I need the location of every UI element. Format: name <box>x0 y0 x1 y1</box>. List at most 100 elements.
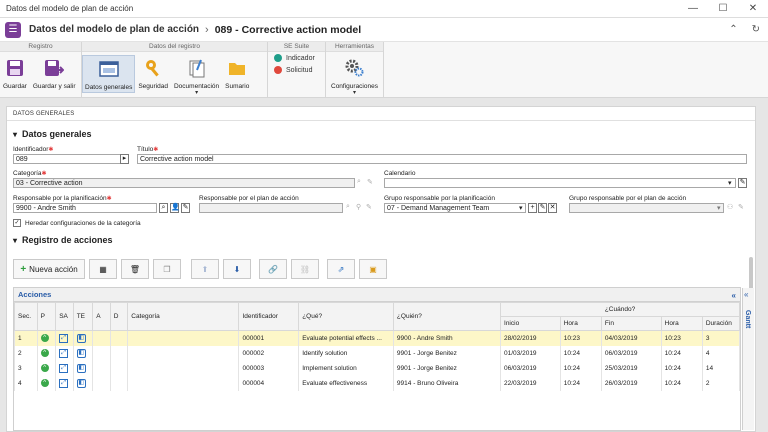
add-icon[interactable]: + <box>528 203 537 213</box>
external-link-icon: ⇗ <box>337 264 345 274</box>
request-button[interactable]: Solicitud <box>274 66 319 74</box>
next-arrow-icon[interactable]: ▸ <box>120 154 129 164</box>
table-row[interactable]: 1 ^ ⤢ ◧ 000001 Evaluate potential effect… <box>14 330 741 346</box>
search-icon[interactable]: ⌕ <box>357 178 361 186</box>
link-button[interactable]: 🔗 <box>259 259 287 279</box>
col-what[interactable]: ¿Qué? <box>298 302 394 331</box>
col-who[interactable]: ¿Quién? <box>392 302 502 331</box>
unlink-button[interactable]: ⛓ <box>291 259 319 279</box>
col-a[interactable]: A <box>92 302 111 331</box>
collapse-up-icon[interactable]: ⌃ <box>729 24 737 35</box>
indicator-button[interactable]: Indicador <box>274 54 319 62</box>
table-row[interactable]: 3 ^ ⤢ ◧ 000003 Implement solution 9901 -… <box>14 360 741 376</box>
panel-header: DATOS GENERALES <box>7 107 755 121</box>
save-button[interactable]: Guardar <box>0 55 30 90</box>
section-actions-title[interactable]: Registro de acciones <box>13 235 113 245</box>
col-sa[interactable]: SA <box>55 302 74 331</box>
col-te[interactable]: TE <box>72 302 94 331</box>
clear-icon[interactable]: ✎ <box>367 178 373 186</box>
collapse-left-icon[interactable]: « <box>732 289 736 303</box>
search-icon[interactable]: ⌕ <box>346 203 350 211</box>
export-icon: ▣ <box>369 264 377 274</box>
inherit-settings-checkbox[interactable]: ✓ Heredar configuraciones de la categorí… <box>13 219 141 227</box>
actions-grid: Acciones « « Gantt Sec. P SA TE A D Cate… <box>13 287 754 431</box>
col-end-hour[interactable]: Hora <box>660 316 703 331</box>
ribbon-group-se-suite: SE Suite Indicador Solicitud <box>268 42 326 97</box>
clear-icon[interactable]: ✎ <box>181 203 190 213</box>
calendar-edit-icon[interactable]: ✎ <box>738 178 747 188</box>
identifier-label: Identificador✱ <box>13 146 54 153</box>
checkbox-checked-icon[interactable]: ✓ <box>13 219 21 227</box>
move-down-button[interactable]: ⬇ <box>223 259 251 279</box>
delete-action-button[interactable]: 🗑 <box>121 259 149 279</box>
indicator-icon <box>274 54 282 62</box>
clear-icon[interactable]: ✎ <box>738 203 744 211</box>
user-icon[interactable]: 👤 <box>170 203 180 213</box>
col-duration[interactable]: Duración <box>701 316 741 331</box>
documentation-button[interactable]: Documentación ▾ <box>171 55 222 96</box>
col-end[interactable]: Fin <box>600 316 662 331</box>
category-label: Categoría✱ <box>13 170 47 177</box>
action-plan-responsible-input[interactable] <box>199 203 343 213</box>
general-data-panel: DATOS GENERALES Datos generales Identifi… <box>6 106 756 432</box>
action-plan-group-label: Grupo responsable por el plan de acción <box>569 195 687 202</box>
type-icon: ◧ <box>76 378 86 388</box>
planning-responsible-input[interactable]: 9900 - Andre Smith <box>13 203 157 213</box>
documents-icon <box>187 58 207 78</box>
identifier-input[interactable]: 089 <box>13 154 123 164</box>
action-plan-group-select[interactable] <box>569 203 724 213</box>
chevron-down-icon[interactable]: ▾ <box>717 204 721 212</box>
table-row[interactable]: 4 ^ ⤢ ◧ 000004 Evaluate effectiveness 99… <box>14 375 741 391</box>
group-icon[interactable]: ⚇ <box>727 203 733 211</box>
gantt-label: Gantt <box>744 310 751 329</box>
section-general-title[interactable]: Datos generales <box>13 129 92 139</box>
clear-icon[interactable]: ✕ <box>548 203 557 213</box>
planning-responsible-label: Responsable por la planificación✱ <box>13 195 112 202</box>
edit-icon[interactable]: ✎ <box>538 203 547 213</box>
minimize-button[interactable]: — <box>678 0 708 18</box>
status-icon: ⤢ <box>59 378 69 388</box>
clear-icon[interactable]: ✎ <box>366 203 372 211</box>
category-input[interactable]: 03 - Corrective action <box>13 178 355 188</box>
col-when[interactable]: ¿Cuándo? <box>500 302 740 317</box>
type-icon: ◧ <box>76 333 86 343</box>
copy-action-button[interactable]: ❐ <box>153 259 181 279</box>
app-header: ☰ Datos del modelo de plan de acción › 0… <box>0 18 768 42</box>
general-data-button[interactable]: Datos generales <box>82 55 136 93</box>
title-input[interactable]: Corrective action model <box>137 154 747 164</box>
move-up-button[interactable]: ⬆ <box>191 259 219 279</box>
edit-action-button[interactable]: ▦ <box>89 259 117 279</box>
search-icon[interactable]: ⌕ <box>159 203 168 213</box>
col-start-hour[interactable]: Hora <box>559 316 602 331</box>
calendar-select[interactable] <box>384 178 736 188</box>
settings-button[interactable]: Configuraciones ▾ <box>328 55 381 96</box>
maximize-button[interactable]: ☐ <box>708 0 738 18</box>
gantt-side-tab[interactable]: « Gantt <box>742 288 754 430</box>
col-identifier[interactable]: Identificador <box>238 302 300 331</box>
security-button[interactable]: Seguridad <box>135 55 171 90</box>
col-d[interactable]: D <box>109 302 129 331</box>
col-start[interactable]: Inicio <box>500 316 561 331</box>
table-row[interactable]: 2 ^ ⤢ ◧ 000002 Identify solution 9901 - … <box>14 345 741 361</box>
summary-button[interactable]: Sumario <box>222 55 252 90</box>
expand-icon[interactable]: « <box>744 290 748 299</box>
arrow-down-icon: ⬇ <box>233 264 241 274</box>
close-button[interactable]: ✕ <box>738 0 768 18</box>
new-action-button[interactable]: + Nueva acción <box>13 259 85 279</box>
save-icon <box>5 58 25 78</box>
open-external-button[interactable]: ⇗ <box>327 259 355 279</box>
planning-group-select[interactable]: 07 - Demand Management Team <box>384 203 526 213</box>
export-button[interactable]: ▣ <box>359 259 387 279</box>
save-and-exit-button[interactable]: Guardar y salir <box>30 55 79 90</box>
chevron-down-icon: ▾ <box>352 90 356 96</box>
refresh-icon[interactable]: ↻ <box>752 24 760 35</box>
copy-icon: ❐ <box>163 264 171 274</box>
ribbon: Registro Guardar Guardar y salir Datos d… <box>0 42 768 98</box>
user-icon[interactable]: ⚲ <box>356 203 361 211</box>
col-p[interactable]: P <box>36 302 57 331</box>
col-sec[interactable]: Sec. <box>14 302 38 331</box>
chevron-down-icon[interactable]: ▾ <box>728 179 732 187</box>
col-category[interactable]: Categoría <box>127 302 240 331</box>
title-label: Título✱ <box>137 146 159 153</box>
chevron-down-icon[interactable]: ▾ <box>519 204 523 212</box>
